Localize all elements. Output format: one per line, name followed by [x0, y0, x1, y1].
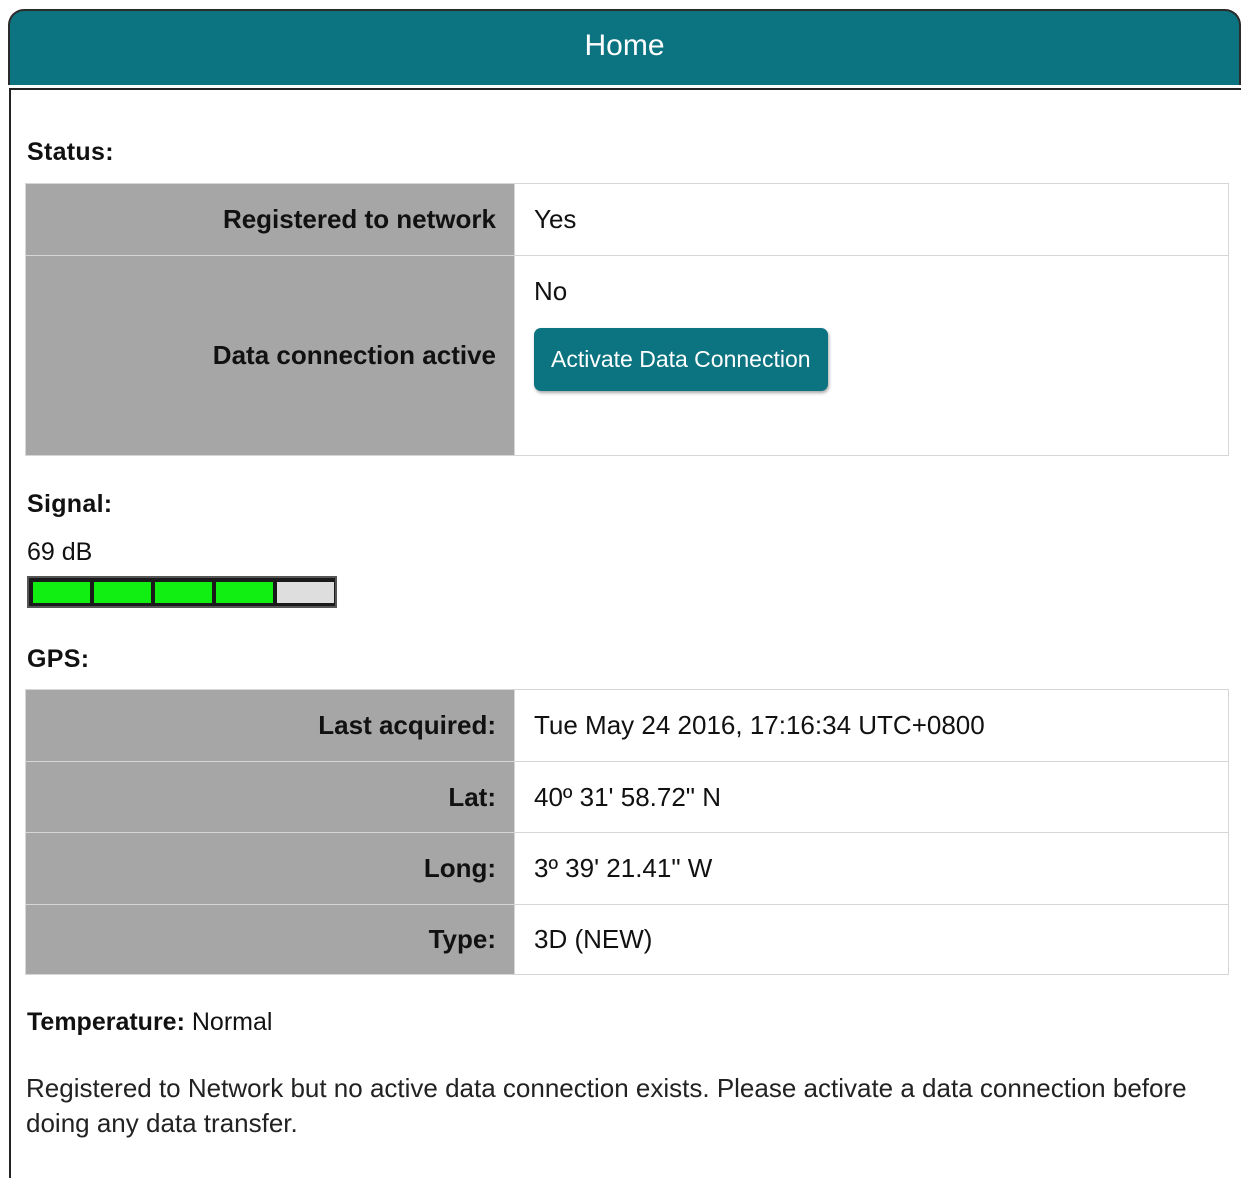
temperature-line: Temperature: Normal: [27, 1008, 272, 1037]
page: Home Status: Registered to network Yes D…: [0, 0, 1241, 1178]
gps-heading: GPS:: [27, 645, 90, 673]
activate-data-connection-button[interactable]: Activate Data Connection: [534, 328, 828, 391]
signal-heading: Signal:: [27, 490, 113, 518]
type-label: Type:: [25, 904, 515, 975]
signal-strength-value: 69 dB: [27, 538, 93, 566]
registered-label: Registered to network: [25, 183, 515, 256]
status-message: Registered to Network but no active data…: [26, 1073, 1187, 1138]
table-row: Registered to network Yes: [25, 183, 1229, 256]
signal-bar-segment: [94, 582, 151, 603]
table-row: Type: 3D (NEW): [25, 904, 1229, 975]
table-row: Lat: 40º 31' 58.72" N: [25, 761, 1229, 833]
data-connection-value: No: [534, 276, 568, 306]
signal-bar-segment: [155, 582, 212, 603]
header-bar: Home: [8, 9, 1241, 85]
registered-value: Yes: [514, 183, 1229, 256]
type-value: 3D (NEW): [514, 904, 1229, 975]
table-row: Long: 3º 39' 21.41" W: [25, 832, 1229, 905]
signal-bar-segment: [33, 582, 90, 603]
status-heading: Status:: [27, 138, 114, 166]
table-row: Data connection active No Activate Data …: [25, 255, 1229, 456]
gps-table: Last acquired: Tue May 24 2016, 17:16:34…: [25, 689, 1229, 975]
page-title: Home: [584, 29, 665, 62]
lat-value: 40º 31' 58.72" N: [514, 761, 1229, 833]
long-label: Long:: [25, 832, 515, 905]
table-row: Last acquired: Tue May 24 2016, 17:16:34…: [25, 689, 1229, 762]
signal-strength-bar: [27, 576, 337, 608]
status-table: Registered to network Yes Data connectio…: [25, 183, 1229, 456]
data-connection-cell: No Activate Data Connection: [514, 255, 1229, 456]
long-value: 3º 39' 21.41" W: [514, 832, 1229, 905]
last-acquired-label: Last acquired:: [25, 689, 515, 762]
lat-label: Lat:: [25, 761, 515, 833]
signal-bar-segment: [277, 582, 334, 603]
signal-bar-segment: [216, 582, 273, 603]
temperature-label: Temperature:: [27, 1008, 185, 1036]
last-acquired-value: Tue May 24 2016, 17:16:34 UTC+0800: [514, 689, 1229, 762]
temperature-value: Normal: [191, 1008, 273, 1036]
data-connection-label: Data connection active: [25, 255, 515, 456]
